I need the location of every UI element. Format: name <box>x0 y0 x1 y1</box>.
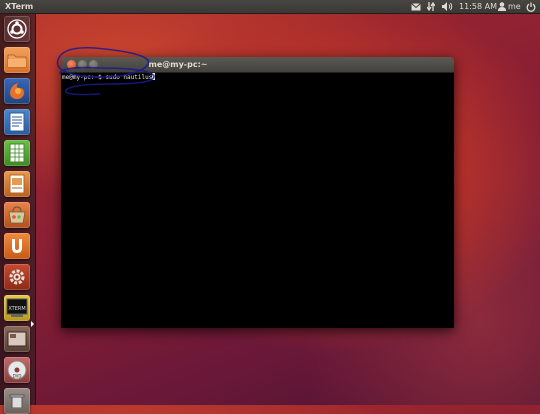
system-settings-button[interactable] <box>4 264 30 290</box>
typed-command: sudo nautilus <box>105 74 153 81</box>
terminal-command-line: me@my-pc:~$ sudo nautilus <box>62 73 156 82</box>
dvd-button[interactable]: DVD <box>4 357 30 383</box>
network-icon[interactable] <box>426 0 436 13</box>
ubuntu-logo-icon <box>7 19 27 39</box>
terminal-window[interactable]: me@my-pc:~ me@my-pc:~$ sudo nautilus <box>61 57 454 328</box>
ubuntu-one-icon <box>8 237 26 255</box>
terminal-body[interactable]: me@my-pc:~$ sudo nautilus <box>61 73 454 328</box>
dvd-icon: DVD <box>7 360 27 380</box>
folder-icon <box>7 52 27 68</box>
minimize-window-button[interactable] <box>78 60 87 69</box>
home-folder-button[interactable] <box>4 47 30 73</box>
software-center-button[interactable] <box>4 202 30 228</box>
app-title: XTerm <box>5 2 34 11</box>
power-icon[interactable] <box>525 0 537 13</box>
writer-icon <box>8 112 26 132</box>
settings-icon <box>7 267 27 287</box>
volume-icon[interactable] <box>441 0 453 13</box>
firefox-button[interactable] <box>4 78 30 104</box>
top-panel: XTerm 11:58 AM me <box>0 0 540 14</box>
text-cursor <box>152 73 156 80</box>
shell-prompt: me@my-pc:~$ <box>62 74 106 81</box>
user-icon[interactable] <box>497 0 507 13</box>
libreoffice-writer-button[interactable] <box>4 109 30 135</box>
svg-text:XTERM: XTERM <box>8 306 25 312</box>
window-title: me@my-pc:~ <box>148 60 208 69</box>
maximize-window-button[interactable] <box>89 60 98 69</box>
workspace-icon <box>7 331 27 347</box>
clock[interactable]: 11:58 AM <box>459 0 497 13</box>
xterm-icon: XTERM <box>6 298 28 318</box>
trash-button[interactable] <box>4 388 30 414</box>
svg-text:DVD: DVD <box>13 374 22 379</box>
close-window-button[interactable] <box>67 60 76 69</box>
ubuntu-one-button[interactable] <box>4 233 30 259</box>
firefox-icon <box>7 81 27 101</box>
xterm-button[interactable]: XTERM <box>4 295 30 321</box>
workspace-switcher-button[interactable] <box>4 326 30 352</box>
libreoffice-calc-button[interactable] <box>4 140 30 166</box>
impress-icon <box>8 174 26 194</box>
username[interactable]: me <box>508 0 521 13</box>
window-titlebar[interactable]: me@my-pc:~ <box>61 57 454 73</box>
calc-icon <box>8 143 26 163</box>
mail-icon[interactable] <box>410 0 422 13</box>
trash-icon <box>9 394 25 408</box>
launcher: XTERM DVD <box>0 14 36 414</box>
dash-home-button[interactable] <box>4 16 30 42</box>
libreoffice-impress-button[interactable] <box>4 171 30 197</box>
active-indicator <box>31 321 34 327</box>
software-center-icon <box>7 206 27 224</box>
